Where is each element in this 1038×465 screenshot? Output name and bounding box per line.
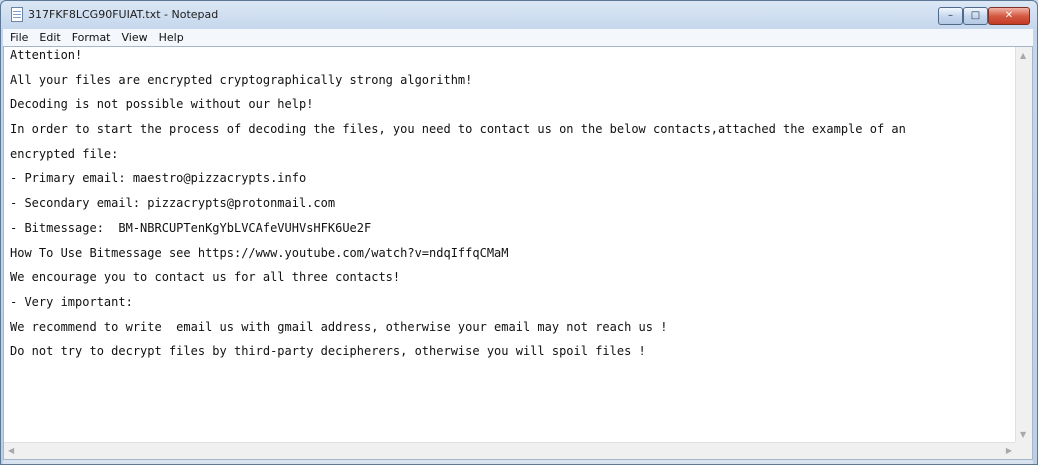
document-line: How To Use Bitmessage see https://www.yo… [10, 245, 509, 260]
scroll-down-icon[interactable]: ▼ [1020, 430, 1026, 439]
document-line: - Bitmessage: BM-NBRCUPTenKgYbLVCAfeVUHV… [10, 220, 372, 235]
scroll-up-icon[interactable]: ▲ [1020, 51, 1026, 60]
scroll-left-icon[interactable]: ◀ [8, 446, 14, 455]
window-bottom-border [3, 460, 1033, 464]
document-line: We encourage you to contact us for all t… [10, 270, 401, 285]
scroll-right-icon[interactable]: ▶ [1006, 446, 1012, 455]
document-line: - Primary email: maestro@pizzacrypts.inf… [10, 171, 307, 186]
maximize-button[interactable]: □ [963, 7, 988, 25]
document-line: Attention! [10, 48, 83, 62]
notepad-window: 317FKF8LCG90FUIAT.txt - Notepad – □ ✕ Fi… [0, 0, 1038, 465]
document-line: encrypted file: [10, 146, 119, 161]
menu-file[interactable]: File [6, 29, 32, 46]
close-button[interactable]: ✕ [988, 7, 1030, 25]
scrollbar-corner [1015, 442, 1032, 459]
document-line: In order to start the process of decodin… [10, 122, 906, 137]
menu-edit[interactable]: Edit [35, 29, 64, 46]
horizontal-scrollbar[interactable]: ◀ ▶ [4, 442, 1016, 459]
vertical-scrollbar[interactable]: ▲ ▼ [1015, 47, 1032, 443]
menu-view[interactable]: View [118, 29, 152, 46]
document-line: - Very important: [10, 294, 133, 309]
document-line: Do not try to decrypt files by third-par… [10, 344, 646, 359]
document-line: All your files are encrypted cryptograph… [10, 72, 473, 87]
menu-help[interactable]: Help [155, 29, 188, 46]
document-line: Decoding is not possible without our hel… [10, 97, 314, 112]
menu-bar: File Edit Format View Help [3, 29, 1033, 47]
menu-format[interactable]: Format [68, 29, 115, 46]
notepad-app-icon[interactable] [11, 7, 23, 22]
document-line: - Secondary email: pizzacrypts@protonmai… [10, 196, 336, 211]
window-title: 317FKF8LCG90FUIAT.txt - Notepad [28, 8, 219, 21]
minimize-button[interactable]: – [938, 7, 963, 25]
title-bar[interactable]: 317FKF8LCG90FUIAT.txt - Notepad – □ ✕ [1, 1, 1037, 29]
text-editor[interactable]: Attention! All your files are encrypted … [3, 46, 1033, 460]
document-text[interactable]: Attention! All your files are encrypted … [10, 48, 1010, 438]
document-line: We recommend to write email us with gmai… [10, 319, 668, 334]
